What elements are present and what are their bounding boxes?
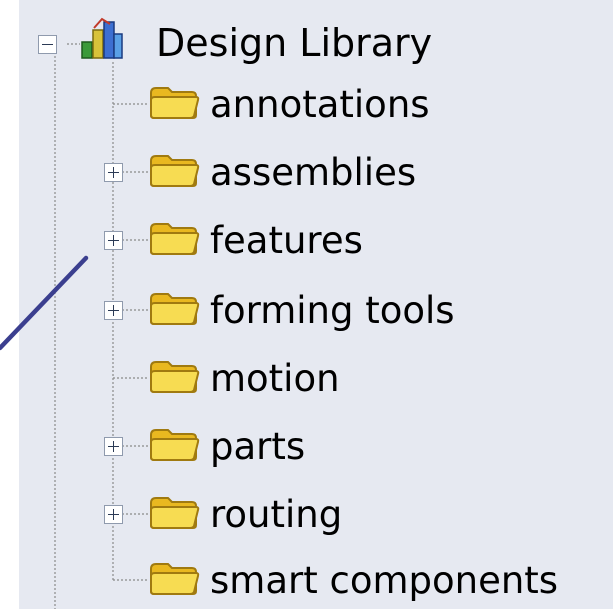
screenshot: Design Library annotations assemblies fe…	[0, 0, 613, 609]
callout-pointer-line	[0, 255, 89, 351]
